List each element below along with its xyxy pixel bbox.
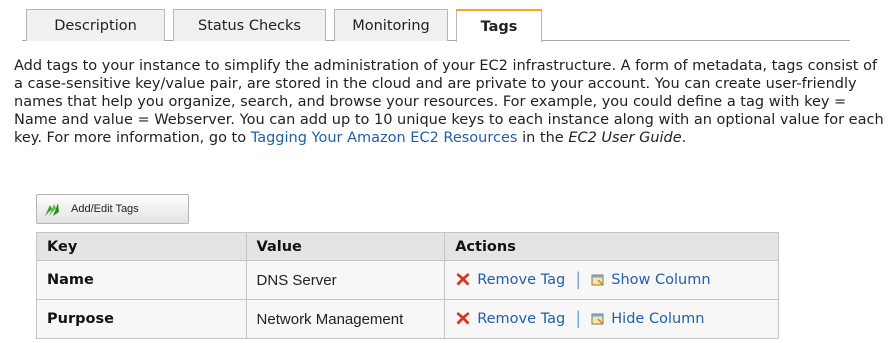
add-edit-tags-button[interactable]: Add/Edit Tags	[36, 194, 189, 224]
tagging-resources-link[interactable]: Tagging Your Amazon EC2 Resources	[251, 130, 518, 146]
tag-value-cell: DNS Server	[245, 260, 446, 300]
remove-icon	[456, 312, 470, 325]
tag-key-cell: Purpose	[36, 299, 247, 339]
remove-tag-link[interactable]: Remove Tag	[477, 311, 565, 327]
hide-column-link[interactable]: Hide Column	[611, 311, 704, 327]
action-separator: |	[575, 308, 582, 329]
tab-status-checks[interactable]: Status Checks	[173, 9, 326, 41]
tag-actions-cell: Remove Tag | Hide Column	[444, 299, 779, 339]
tag-value-cell: Network Management	[245, 299, 446, 339]
tab-tags[interactable]: Tags	[456, 9, 542, 42]
table-row: Name DNS Server Remove Tag | Show Column	[36, 260, 779, 300]
tab-description[interactable]: Description	[26, 9, 165, 41]
remove-icon	[456, 273, 470, 286]
column-icon	[591, 274, 604, 286]
table-row: Purpose Network Management Remove Tag | …	[36, 299, 779, 339]
remove-tag-link[interactable]: Remove Tag	[477, 272, 565, 288]
tag-actions-cell: Remove Tag | Show Column	[444, 260, 779, 300]
column-icon	[591, 313, 604, 325]
tab-bar: Description Status Checks Monitoring Tag…	[22, 9, 850, 42]
tag-key-cell: Name	[36, 260, 247, 300]
table-header-row: Key Value Actions	[36, 232, 779, 261]
tags-table: Key Value Actions Name DNS Server Remove…	[36, 232, 779, 339]
add-tags-icon	[45, 203, 59, 216]
column-header-actions: Actions	[444, 232, 779, 261]
description-text-in-the: in the	[517, 130, 569, 146]
column-header-value: Value	[245, 232, 446, 261]
description-period: .	[681, 130, 687, 146]
tags-description: Add tags to your instance to simplify th…	[14, 57, 890, 147]
add-edit-tags-label: Add/Edit Tags	[71, 203, 139, 215]
show-column-link[interactable]: Show Column	[611, 272, 710, 288]
action-separator: |	[575, 269, 582, 290]
user-guide-title: EC2 User Guide	[568, 130, 682, 146]
column-header-key: Key	[36, 232, 247, 261]
tab-monitoring[interactable]: Monitoring	[334, 9, 448, 41]
